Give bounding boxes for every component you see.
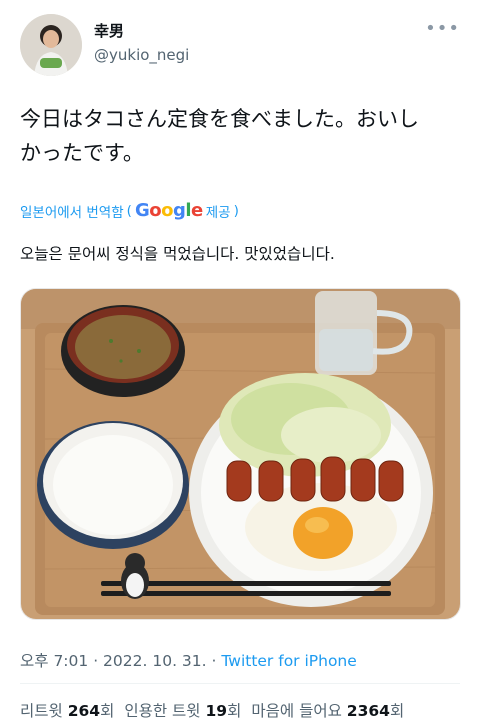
tweet-text: 今日はタコさん定食を食べました。おいし かったです。 bbox=[20, 102, 460, 170]
quotes-stat[interactable]: 인용한 트윗 19회 bbox=[124, 702, 241, 720]
meal-photo bbox=[21, 289, 460, 619]
translate-link[interactable]: 일본어에서 번역함(Google 제공) bbox=[20, 200, 239, 221]
author-handle[interactable]: @yukio_negi bbox=[94, 46, 189, 64]
more-options-icon[interactable]: ••• bbox=[425, 18, 460, 39]
tweet-date[interactable]: 2022. 10. 31. bbox=[103, 652, 207, 670]
tweet-text-line: 今日はタコさん定食を食べました。おいし bbox=[20, 107, 419, 131]
tweet-header: 幸男 @yukio_negi ••• bbox=[20, 14, 460, 78]
likes-stat[interactable]: 마음에 들어요 2364회 bbox=[251, 702, 404, 720]
tweet-photo[interactable] bbox=[20, 288, 461, 620]
retweets-stat[interactable]: 리트윗 264회 bbox=[20, 702, 114, 720]
tweet-meta: 오후 7:01 · 2022. 10. 31. · Twitter for iP… bbox=[20, 652, 357, 670]
google-logo: Google bbox=[134, 200, 203, 221]
author-name[interactable]: 幸男 bbox=[94, 20, 124, 41]
tweet-time[interactable]: 오후 7:01 bbox=[20, 652, 88, 670]
divider bbox=[20, 683, 460, 684]
translated-text: 오늘은 문어씨 정식을 먹었습니다. 맛있었습니다. bbox=[20, 245, 335, 263]
translate-label: 일본어에서 번역함 bbox=[20, 204, 124, 221]
translate-provider-suffix: 제공 bbox=[205, 204, 231, 221]
tweet-source-link[interactable]: Twitter for iPhone bbox=[221, 652, 356, 670]
avatar-image bbox=[20, 14, 82, 76]
tweet-text-line: かったです。 bbox=[20, 141, 144, 165]
tweet-stats: 리트윗 264회 인용한 트윗 19회 마음에 들어요 2364회 bbox=[20, 699, 404, 721]
avatar[interactable] bbox=[20, 14, 82, 76]
